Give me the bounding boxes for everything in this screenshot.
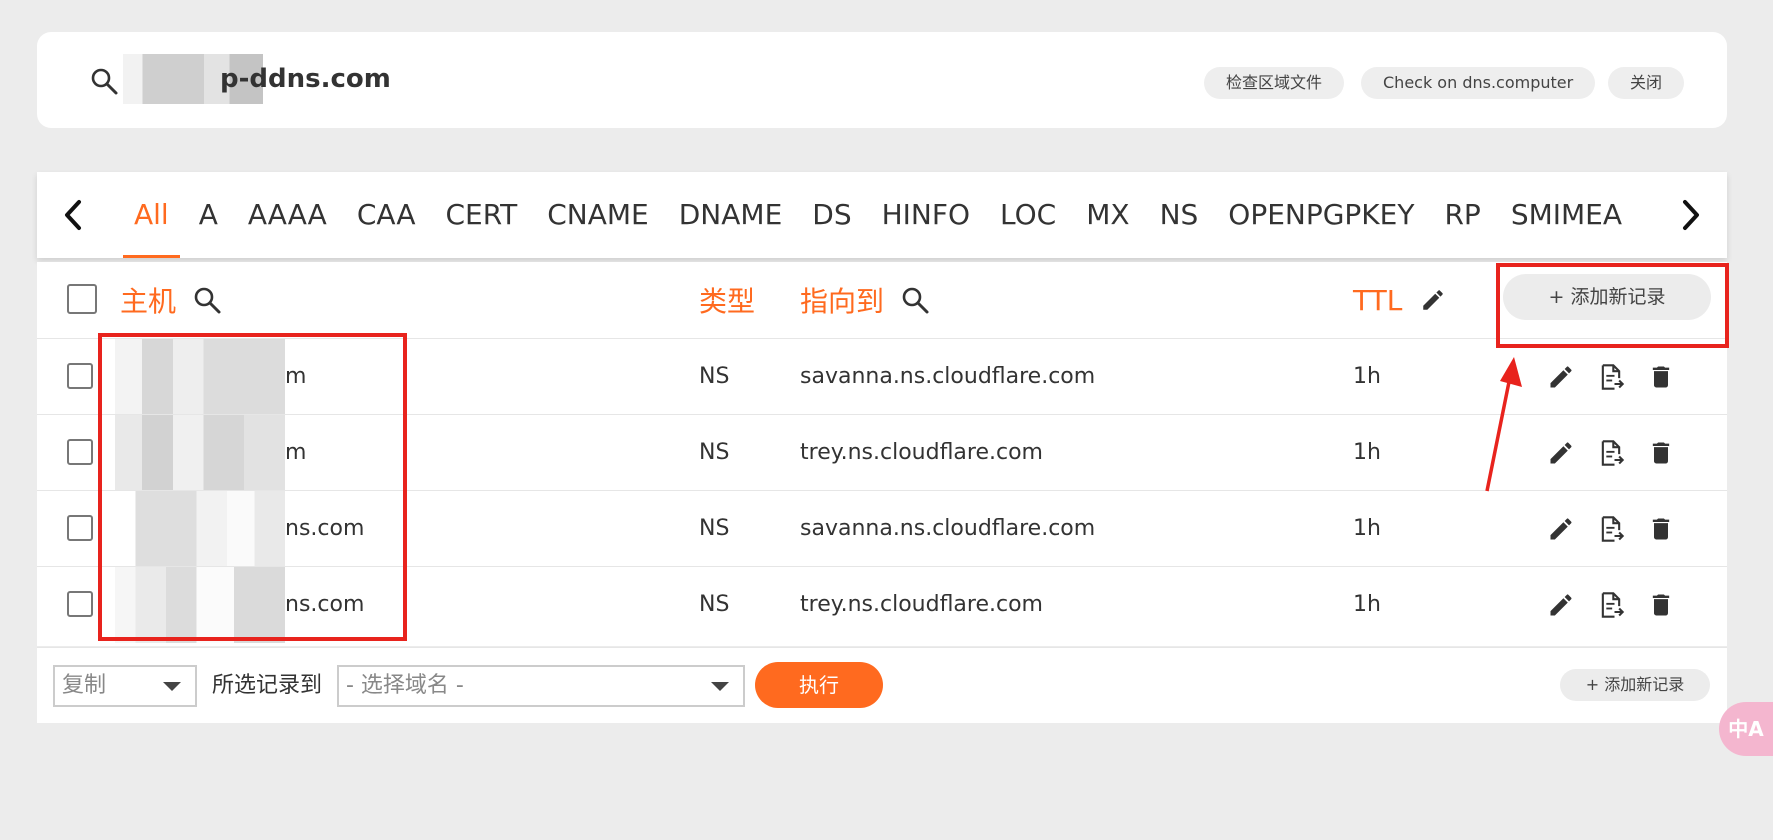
target-cell: trey.ns.cloudflare.com	[800, 440, 1043, 465]
close-button[interactable]: 关闭	[1608, 67, 1685, 99]
type-cell: NS	[699, 592, 730, 617]
copy-record-icon[interactable]	[1597, 591, 1625, 619]
target-domain-select[interactable]: - 选择域名 -	[337, 665, 745, 707]
host-column-header: 主机	[120, 262, 222, 338]
tab-hinfo[interactable]: HINFO	[867, 172, 985, 258]
tab-openpgpkey[interactable]: OPENPGPKEY	[1213, 172, 1429, 258]
bulk-action-label: 所选记录到	[212, 673, 323, 698]
execute-button[interactable]: 执行	[755, 662, 883, 708]
search-icon[interactable]	[900, 285, 930, 315]
delete-icon[interactable]	[1647, 515, 1675, 543]
tab-rp[interactable]: RP	[1429, 172, 1495, 258]
bulk-action-bar: 复制 所选记录到 - 选择域名 - 执行 + 添加新记录	[37, 647, 1727, 723]
type-cell: NS	[699, 364, 730, 389]
ttl-cell: 1h	[1353, 516, 1381, 541]
tab-smimea[interactable]: SMIMEA	[1496, 172, 1637, 258]
target-domain-placeholder: - 选择域名 -	[346, 673, 464, 698]
copy-record-icon[interactable]	[1597, 439, 1625, 467]
ttl-header-label: TTL	[1353, 283, 1403, 317]
chevron-down-icon	[163, 682, 181, 691]
ttl-cell: 1h	[1353, 364, 1381, 389]
tab-mx[interactable]: MX	[1071, 172, 1144, 258]
tab-ds[interactable]: DS	[797, 172, 866, 258]
row-checkbox[interactable]	[67, 515, 93, 541]
chevron-left-icon[interactable]	[61, 198, 87, 232]
target-cell: savanna.ns.cloudflare.com	[800, 516, 1096, 541]
translate-icon[interactable]: 中A	[1719, 702, 1773, 756]
row-checkbox[interactable]	[67, 363, 93, 389]
type-cell: NS	[699, 516, 730, 541]
record-type-tabs: All A AAAA CAA CERT CNAME DNAME DS HINFO…	[119, 172, 1667, 258]
row-checkbox[interactable]	[67, 591, 93, 617]
check-zone-file-button[interactable]: 检查区域文件	[1204, 67, 1345, 99]
chevron-down-icon	[711, 682, 729, 691]
row-checkbox[interactable]	[67, 439, 93, 465]
bulk-action-value: 复制	[62, 673, 107, 698]
chevron-right-icon[interactable]	[1677, 198, 1703, 232]
type-column-header: 类型	[699, 285, 756, 318]
tab-caa[interactable]: CAA	[342, 172, 431, 258]
host-header-label: 主机	[120, 285, 177, 318]
edit-icon[interactable]	[1547, 439, 1575, 467]
edit-icon[interactable]	[1547, 363, 1575, 391]
annotation-highlight-add-record	[1496, 263, 1729, 348]
tab-all[interactable]: All	[119, 172, 184, 258]
delete-icon[interactable]	[1647, 439, 1675, 467]
target-header-label: 指向到	[800, 285, 885, 318]
annotation-highlight-hosts	[98, 333, 407, 641]
target-column-header: 指向到	[800, 262, 930, 338]
edit-icon[interactable]	[1547, 591, 1575, 619]
delete-icon[interactable]	[1647, 363, 1675, 391]
check-dns-computer-button[interactable]: Check on dns.computer	[1361, 67, 1596, 99]
ttl-cell: 1h	[1353, 592, 1381, 617]
tab-a[interactable]: A	[184, 172, 233, 258]
ttl-column-header: TTL	[1353, 262, 1446, 338]
edit-icon[interactable]	[1547, 515, 1575, 543]
domain-name: p-ddns.com	[220, 64, 391, 94]
target-cell: savanna.ns.cloudflare.com	[800, 364, 1096, 389]
copy-record-icon[interactable]	[1597, 363, 1625, 391]
delete-icon[interactable]	[1647, 591, 1675, 619]
tab-cname[interactable]: CNAME	[532, 172, 664, 258]
record-type-tabs-bar: All A AAAA CAA CERT CNAME DNAME DS HINFO…	[37, 172, 1727, 258]
annotation-arrow-icon	[1485, 357, 1522, 492]
bulk-action-select[interactable]: 复制	[53, 665, 197, 707]
ttl-cell: 1h	[1353, 440, 1381, 465]
tab-loc[interactable]: LOC	[985, 172, 1071, 258]
target-cell: trey.ns.cloudflare.com	[800, 592, 1043, 617]
pencil-icon[interactable]	[1420, 287, 1446, 313]
tab-cert[interactable]: CERT	[430, 172, 532, 258]
add-record-button-secondary[interactable]: + 添加新记录	[1560, 669, 1710, 701]
domain-header-card: p-ddns.com 检查区域文件 Check on dns.computer …	[37, 32, 1727, 128]
search-icon[interactable]	[192, 285, 222, 315]
search-icon[interactable]	[89, 66, 119, 96]
select-all-checkbox[interactable]	[67, 284, 97, 314]
tab-ns[interactable]: NS	[1145, 172, 1214, 258]
tab-aaaa[interactable]: AAAA	[233, 172, 342, 258]
tab-dname[interactable]: DNAME	[664, 172, 798, 258]
type-cell: NS	[699, 440, 730, 465]
copy-record-icon[interactable]	[1597, 515, 1625, 543]
